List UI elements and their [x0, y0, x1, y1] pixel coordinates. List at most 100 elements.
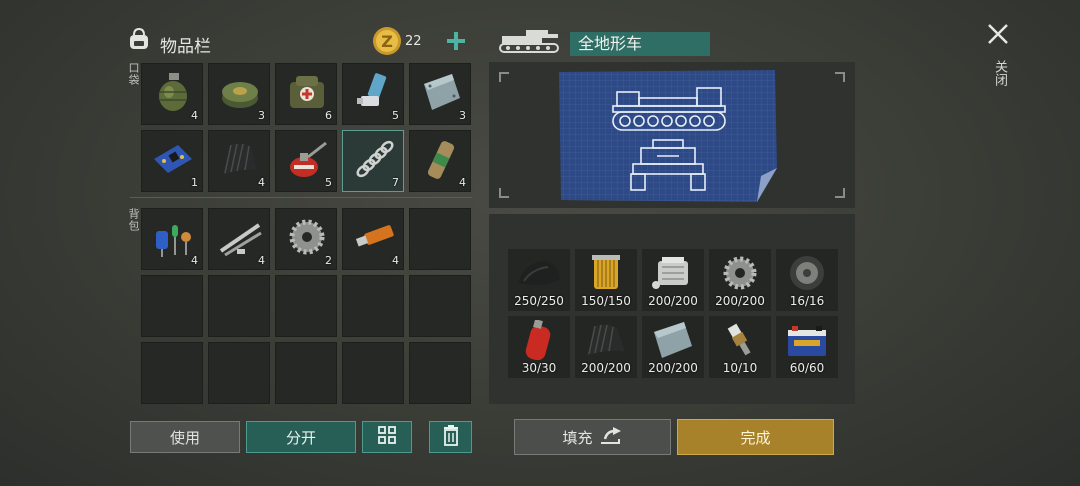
resource-amount: 200/200 — [648, 361, 698, 375]
usb-drive-icon — [351, 215, 397, 259]
rubber-sheet-icon — [514, 253, 564, 293]
backpack-slot-empty[interactable] — [275, 275, 337, 337]
item-count: 4 — [459, 176, 466, 189]
pocket-slot[interactable]: 4 — [409, 130, 471, 192]
flare-canister-icon — [418, 137, 464, 181]
backpack-slot-empty[interactable] — [342, 275, 404, 337]
pocket-slot[interactable]: 1 — [141, 130, 203, 192]
gear-icon — [715, 253, 765, 293]
engine-block-icon — [648, 253, 698, 293]
vehicle-icon — [498, 28, 562, 56]
metal-plate-icon — [648, 320, 698, 360]
backpack-slot-empty[interactable] — [208, 275, 270, 337]
backpack-slot-empty[interactable] — [275, 342, 337, 404]
resource-slot[interactable]: 16/16 — [776, 249, 838, 311]
resource-slot[interactable]: 150/150 — [575, 249, 637, 311]
landmine-icon — [217, 70, 263, 114]
trash-icon — [441, 424, 461, 450]
backpack-slot[interactable]: 2 — [275, 208, 337, 270]
backpack-icon — [126, 26, 152, 52]
item-count: 2 — [325, 254, 332, 267]
done-button[interactable]: 完成 — [677, 419, 834, 455]
item-count: 4 — [258, 176, 265, 189]
inhaler-icon — [351, 70, 397, 114]
gas-cylinder-icon — [514, 319, 564, 361]
resource-amount: 60/60 — [789, 361, 825, 375]
blueprint-panel — [489, 62, 855, 208]
item-count: 1 — [191, 176, 198, 189]
resource-slot[interactable]: 200/200 — [575, 316, 637, 378]
resource-amount: 16/16 — [789, 294, 825, 308]
item-count: 3 — [459, 109, 466, 122]
split-button[interactable]: 分开 — [246, 421, 356, 453]
item-count: 6 — [325, 109, 332, 122]
corner-mark — [835, 188, 845, 198]
pocket-slot[interactable]: 5 — [275, 130, 337, 192]
spark-plug-icon — [715, 320, 765, 360]
metal-rods-icon — [217, 215, 263, 259]
item-count: 5 — [325, 176, 332, 189]
medkit-bag-icon — [284, 70, 330, 114]
resource-slot[interactable]: 30/30 — [508, 316, 570, 378]
electronic-components-icon — [150, 215, 196, 259]
wheel-icon — [782, 253, 832, 293]
resource-slot[interactable]: 200/200 — [642, 249, 704, 311]
pocket-slot-selected[interactable]: 7 — [342, 130, 404, 192]
resource-amount: 200/200 — [648, 294, 698, 308]
delete-button[interactable] — [429, 421, 472, 453]
grid-icon — [376, 424, 398, 450]
resource-amount: 200/200 — [715, 294, 765, 308]
resource-slot[interactable]: 200/200 — [642, 316, 704, 378]
coin-icon: Z — [372, 26, 402, 56]
close-button[interactable] — [986, 22, 1010, 46]
backpack-slot-empty[interactable] — [409, 342, 471, 404]
grenade-icon — [150, 70, 196, 114]
svg-text:Z: Z — [381, 32, 393, 51]
backpack-slot-empty[interactable] — [208, 342, 270, 404]
sort-button[interactable] — [362, 421, 412, 453]
backpack-slot-empty[interactable] — [409, 208, 471, 270]
oil-can-icon — [284, 137, 330, 181]
item-count: 7 — [392, 176, 399, 189]
resource-slot[interactable]: 60/60 — [776, 316, 838, 378]
pocket-slot[interactable]: 5 — [342, 63, 404, 125]
oil-filter-icon — [581, 253, 631, 293]
resource-amount: 30/30 — [521, 361, 557, 375]
resource-amount: 10/10 — [722, 361, 758, 375]
backpack-slot-empty[interactable] — [141, 342, 203, 404]
pocket-slot[interactable]: 4 — [208, 130, 270, 192]
backpack-slot-empty[interactable] — [409, 275, 471, 337]
add-coins-button[interactable] — [444, 29, 468, 53]
backpack-slot-empty[interactable] — [342, 342, 404, 404]
metal-plate-icon — [418, 70, 464, 114]
use-button[interactable]: 使用 — [130, 421, 240, 453]
blueprint-image — [557, 68, 779, 204]
resource-slot[interactable]: 250/250 — [508, 249, 570, 311]
resource-slot[interactable]: 200/200 — [709, 249, 771, 311]
pocket-slot[interactable]: 6 — [275, 63, 337, 125]
backpack-slot[interactable]: 4 — [208, 208, 270, 270]
section-divider — [130, 197, 472, 198]
backpack-slot[interactable]: 4 — [342, 208, 404, 270]
corner-mark — [835, 72, 845, 82]
resource-slot[interactable]: 10/10 — [709, 316, 771, 378]
circuit-board-icon — [150, 137, 196, 181]
backpack-slot[interactable]: 4 — [141, 208, 203, 270]
inventory-title: 物品栏 — [160, 37, 211, 57]
rubber-sheet-icon — [581, 320, 631, 360]
item-count: 4 — [191, 109, 198, 122]
backpack-slot-empty[interactable] — [141, 275, 203, 337]
pocket-slot[interactable]: 3 — [208, 63, 270, 125]
item-count: 3 — [258, 109, 265, 122]
rubber-sheet-icon — [217, 137, 263, 181]
resource-amount: 200/200 — [581, 361, 631, 375]
pocket-slot[interactable]: 4 — [141, 63, 203, 125]
car-battery-icon — [782, 320, 832, 360]
pocket-label: 口袋 — [127, 62, 140, 86]
fill-button[interactable]: 填充 — [514, 419, 671, 455]
resource-amount: 250/250 — [514, 294, 564, 308]
close-label[interactable]: 关闭 — [990, 60, 1009, 86]
resource-amount: 150/150 — [581, 294, 631, 308]
item-count: 5 — [392, 109, 399, 122]
pocket-slot[interactable]: 3 — [409, 63, 471, 125]
